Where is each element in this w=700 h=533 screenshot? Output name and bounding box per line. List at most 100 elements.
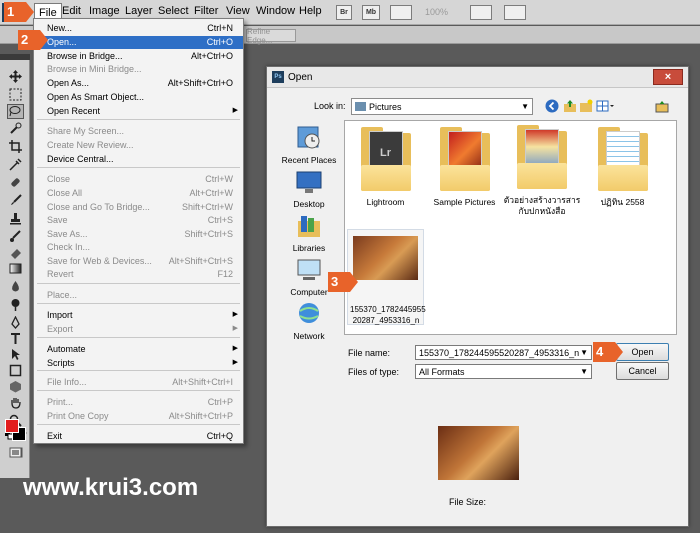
menu-window[interactable]: Window: [256, 5, 295, 17]
menu-item-save[interactable]: Save Ctrl+S: [34, 214, 243, 227]
folder-sample-pictures[interactable]: Sample Pictures: [427, 127, 502, 208]
chevron-down-icon[interactable]: ▼: [580, 348, 588, 357]
screen-mode-icon[interactable]: [504, 5, 526, 20]
menu-item-label: Close: [47, 174, 71, 184]
history-brush-tool-icon[interactable]: [9, 230, 22, 243]
menu-item-revert[interactable]: Revert F12: [34, 268, 243, 281]
mini-bridge-icon[interactable]: Mb: [362, 5, 380, 20]
clone-stamp-tool-icon[interactable]: [9, 212, 22, 225]
eraser-tool-icon[interactable]: [9, 246, 22, 259]
blur-tool-icon[interactable]: [9, 280, 22, 293]
menu-item-open-as[interactable]: Open As... Alt+Shift+Ctrl+O: [34, 77, 243, 90]
menu-item-browse-in-bridge[interactable]: Browse in Bridge... Alt+Ctrl+O: [34, 50, 243, 63]
menu-view[interactable]: View: [226, 5, 250, 17]
shape-tool-icon[interactable]: [9, 364, 22, 377]
menu-item-import[interactable]: Import ▶: [34, 309, 243, 322]
upload-icon[interactable]: [655, 99, 669, 113]
menu-filter[interactable]: Filter: [194, 5, 218, 17]
place-label: Desktop: [293, 199, 325, 209]
menu-edit[interactable]: Edit: [62, 5, 81, 17]
menu-item-create-new-review[interactable]: Create New Review...: [34, 139, 243, 152]
hand-tool-icon[interactable]: [9, 396, 22, 409]
refine-edge-button[interactable]: Refine Edge...: [246, 27, 296, 45]
menu-item-save-for-web-devices[interactable]: Save for Web & Devices... Alt+Shift+Ctrl+…: [34, 255, 243, 268]
move-tool-icon[interactable]: [9, 70, 22, 83]
menu-item-automate[interactable]: Automate ▶: [34, 343, 243, 356]
folder-thai-magazine[interactable]: ตัวอย่างสร้างวารสารกับปกหนังสือ: [502, 125, 582, 217]
file-name-input[interactable]: 155370_178244595520287_4953316_n ▼: [415, 345, 592, 360]
pen-tool-icon[interactable]: [9, 315, 22, 329]
menu-layer[interactable]: Layer: [125, 5, 153, 17]
3d-rotate-tool-icon[interactable]: [9, 380, 22, 393]
close-button[interactable]: ×: [653, 69, 683, 85]
menu-item-label: Revert: [47, 269, 74, 279]
menu-item-browse-in-mini-bridge[interactable]: Browse in Mini Bridge...: [34, 63, 243, 76]
menu-separator: [37, 303, 240, 304]
healing-brush-tool-icon[interactable]: [9, 176, 22, 189]
submenu-arrow-icon: ▶: [232, 107, 238, 114]
menu-item-new[interactable]: New... Ctrl+N: [34, 22, 243, 35]
menu-item-open[interactable]: Open... Ctrl+O: [34, 36, 243, 49]
files-of-type-select[interactable]: All Formats ▼: [415, 364, 592, 379]
place-libraries[interactable]: Libraries: [277, 213, 341, 253]
menu-item-open-recent[interactable]: Open Recent ▶: [34, 105, 243, 118]
view-menu-icon[interactable]: [596, 99, 616, 113]
place-desktop[interactable]: Desktop: [277, 169, 341, 209]
menu-item-close[interactable]: Close Ctrl+W: [34, 173, 243, 186]
panel-grip[interactable]: [0, 54, 30, 60]
menu-item-print[interactable]: Print... Ctrl+P: [34, 396, 243, 409]
folder-lightroom[interactable]: Lr Lightroom: [348, 127, 423, 208]
menu-item-close-and-go-to-bridge[interactable]: Close and Go To Bridge... Shift+Ctrl+W: [34, 201, 243, 214]
file-image-155370[interactable]: 155370_1782445955 20287_4953316_n: [347, 229, 426, 325]
quick-selection-tool-icon[interactable]: [9, 122, 22, 135]
chevron-down-icon[interactable]: ▼: [580, 367, 588, 376]
menu-item-label: Close All: [47, 188, 83, 198]
open-button[interactable]: Open: [616, 343, 669, 361]
bridge-icon[interactable]: Br: [336, 5, 352, 20]
path-selection-tool-icon[interactable]: [9, 348, 22, 361]
up-folder-icon[interactable]: [563, 99, 577, 113]
look-in-combo[interactable]: Pictures ▼: [351, 98, 533, 115]
dodge-tool-icon[interactable]: [9, 298, 22, 311]
menu-item-scripts[interactable]: Scripts ▶: [34, 357, 243, 370]
menu-item-save-as[interactable]: Save As... Shift+Ctrl+S: [34, 228, 243, 241]
pictures-folder-icon: [355, 102, 366, 111]
menu-item-check-in[interactable]: Check In...: [34, 241, 243, 254]
menu-item-file-info[interactable]: File Info... Alt+Shift+Ctrl+I: [34, 376, 243, 389]
menu-select[interactable]: Select: [158, 5, 189, 17]
place-recent-places[interactable]: Recent Places: [277, 125, 341, 165]
marquee-tool-icon[interactable]: [9, 88, 22, 101]
type-tool-icon[interactable]: [9, 332, 22, 345]
menu-separator: [37, 119, 240, 120]
cancel-button[interactable]: Cancel: [616, 362, 669, 380]
menu-help[interactable]: Help: [299, 5, 322, 17]
screen-mode-tool-icon[interactable]: [9, 446, 22, 459]
foreground-color-swatch[interactable]: [5, 419, 19, 433]
menu-item-print-one-copy[interactable]: Print One Copy Alt+Shift+Ctrl+P: [34, 410, 243, 423]
back-icon[interactable]: [545, 99, 559, 113]
menu-item-open-as-smart-object[interactable]: Open As Smart Object...: [34, 91, 243, 104]
film-icon[interactable]: [390, 5, 412, 20]
menu-item-export[interactable]: Export ▶: [34, 323, 243, 336]
brush-tool-icon[interactable]: [9, 194, 22, 207]
crop-tool-icon[interactable]: [9, 140, 22, 153]
new-folder-icon[interactable]: [579, 99, 593, 113]
menu-item-close-all[interactable]: Close All Alt+Ctrl+W: [34, 187, 243, 200]
lasso-tool-icon[interactable]: [7, 104, 24, 119]
dialog-title-bar[interactable]: Ps Open ×: [267, 67, 688, 88]
menu-item-shortcut: Alt+Shift+Ctrl+P: [168, 411, 233, 421]
menu-item-exit[interactable]: Exit Ctrl+Q: [34, 430, 243, 443]
menu-item-device-central[interactable]: Device Central...: [34, 153, 243, 166]
submenu-arrow-icon: ▶: [232, 359, 238, 366]
eyedropper-tool-icon[interactable]: [9, 158, 22, 171]
folder-label: Sample Pictures: [433, 197, 496, 207]
place-network[interactable]: Network: [277, 301, 341, 341]
recent-places-icon: [295, 125, 323, 151]
menu-item-shortcut: Alt+Shift+Ctrl+I: [172, 377, 233, 387]
folder-calendar-2558[interactable]: ปฏิทิน 2558: [585, 127, 660, 208]
menu-item-share-my-screen[interactable]: Share My Screen...: [34, 125, 243, 138]
gradient-tool-icon[interactable]: [9, 262, 22, 275]
menu-image[interactable]: Image: [89, 5, 120, 17]
layout-icon[interactable]: [470, 5, 492, 20]
menu-item-place[interactable]: Place...: [34, 289, 243, 302]
